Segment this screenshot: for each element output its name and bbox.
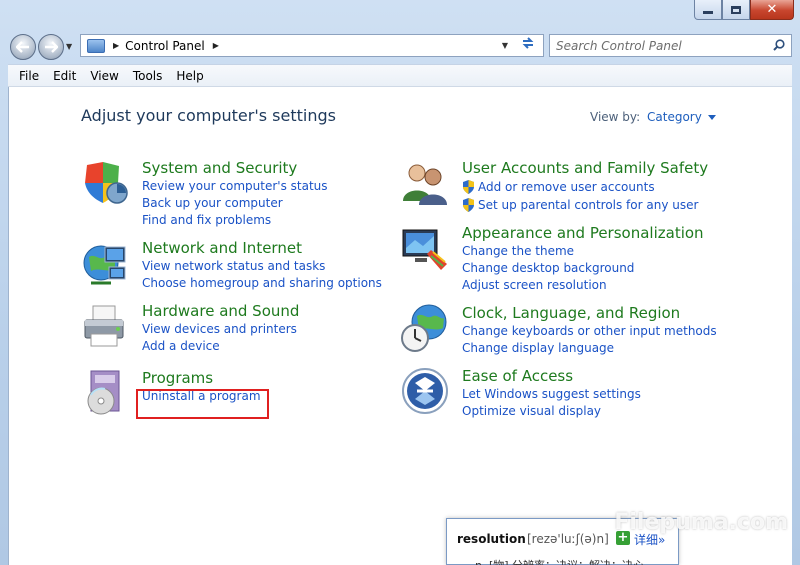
security-shield-icon: [85, 162, 128, 204]
search-input[interactable]: [556, 38, 766, 53]
link-keyboards[interactable]: Change keyboards or other input methods: [462, 323, 717, 340]
dictionary-definition: n. [物] 分辨率；决议；解决；决心: [475, 557, 644, 565]
search-icon[interactable]: [773, 39, 785, 51]
view-by-dropdown[interactable]: Category: [647, 110, 716, 124]
back-button[interactable]: [10, 34, 36, 60]
link-add-remove-accounts[interactable]: Add or remove user accounts: [462, 178, 698, 196]
uac-shield-icon: [463, 180, 474, 194]
link-screen-resolution[interactable]: Adjust screen resolution: [462, 277, 634, 294]
category-title[interactable]: Network and Internet: [142, 239, 302, 257]
watermark: Filepuma.com: [614, 510, 788, 535]
menu-edit[interactable]: Edit: [46, 69, 83, 83]
category-title[interactable]: Clock, Language, and Region: [462, 304, 680, 322]
link-optimize-display[interactable]: Optimize visual display: [462, 403, 641, 420]
refresh-icon: [522, 36, 534, 49]
link-display-language[interactable]: Change display language: [462, 340, 717, 357]
dictionary-phonetic: [rezə'luːʃ(ə)n]: [527, 532, 609, 546]
link-network-status[interactable]: View network status and tasks: [142, 258, 382, 275]
link-label: Set up parental controls for any user: [478, 198, 699, 212]
recent-pages-dropdown[interactable]: ▼: [66, 42, 72, 51]
control-panel-content: Adjust your computer's settings View by:…: [8, 87, 792, 565]
menu-file[interactable]: File: [12, 69, 46, 83]
breadcrumb-arrow-icon[interactable]: ▶: [113, 41, 119, 50]
link-devices-printers[interactable]: View devices and printers: [142, 321, 297, 338]
breadcrumb-control-panel[interactable]: Control Panel: [125, 39, 205, 53]
page-title: Adjust your computer's settings: [81, 106, 336, 125]
link-review-status[interactable]: Review your computer's status: [142, 178, 328, 195]
maximize-icon: [731, 5, 741, 14]
view-by-label: View by:: [590, 110, 641, 124]
category-title[interactable]: Ease of Access: [462, 367, 573, 385]
monitor-palette-icon: [402, 229, 447, 270]
caption-buttons: ✕: [694, 0, 794, 20]
highlight-box: [136, 389, 269, 419]
forward-button[interactable]: [38, 34, 64, 60]
category-title[interactable]: Appearance and Personalization: [462, 224, 704, 242]
menu-tools[interactable]: Tools: [126, 69, 170, 83]
link-suggest-settings[interactable]: Let Windows suggest settings: [462, 386, 641, 403]
menu-bar: File Edit View Tools Help: [8, 64, 792, 87]
maximize-button[interactable]: [722, 0, 750, 20]
control-panel-icon: [87, 38, 105, 53]
address-dropdown[interactable]: ▼: [495, 35, 515, 56]
close-button[interactable]: ✕: [750, 0, 794, 20]
forward-arrow-icon: [45, 41, 58, 53]
category-title[interactable]: Programs: [142, 369, 213, 387]
minimize-button[interactable]: [694, 0, 722, 20]
printer-icon: [84, 305, 124, 347]
programs-disc-icon: [87, 370, 120, 415]
address-bar[interactable]: ▶ Control Panel ▶ ▼: [80, 34, 544, 57]
link-parental-controls[interactable]: Set up parental controls for any user: [462, 196, 698, 214]
link-back-up[interactable]: Back up your computer: [142, 195, 328, 212]
clock-globe-icon: [401, 304, 447, 352]
menu-help[interactable]: Help: [169, 69, 210, 83]
users-icon: [403, 164, 447, 205]
link-find-fix[interactable]: Find and fix problems: [142, 212, 328, 229]
close-icon: ✕: [766, 2, 778, 17]
uac-shield-icon: [463, 198, 474, 212]
breadcrumb-arrow-icon[interactable]: ▶: [213, 41, 219, 50]
refresh-button[interactable]: [516, 32, 540, 53]
network-globe-icon: [83, 245, 126, 285]
search-box[interactable]: [549, 34, 792, 57]
navigation-bar: ▼ ▶ Control Panel ▶ ▼: [8, 32, 792, 60]
minimize-icon: [703, 11, 713, 14]
link-add-device[interactable]: Add a device: [142, 338, 297, 355]
menu-view[interactable]: View: [83, 69, 125, 83]
ease-of-access-icon: [402, 368, 448, 414]
link-desktop-background[interactable]: Change desktop background: [462, 260, 634, 277]
dictionary-word: resolution: [457, 532, 526, 546]
back-arrow-icon: [16, 41, 29, 53]
link-homegroup[interactable]: Choose homegroup and sharing options: [142, 275, 382, 292]
link-label: Add or remove user accounts: [478, 180, 655, 194]
window-frame: ✕ ▼ ▶ Control Panel ▶ ▼ Search Control P…: [0, 0, 800, 565]
category-title[interactable]: Hardware and Sound: [142, 302, 299, 320]
link-change-theme[interactable]: Change the theme: [462, 243, 634, 260]
category-title[interactable]: User Accounts and Family Safety: [462, 159, 708, 177]
category-title[interactable]: System and Security: [142, 159, 297, 177]
